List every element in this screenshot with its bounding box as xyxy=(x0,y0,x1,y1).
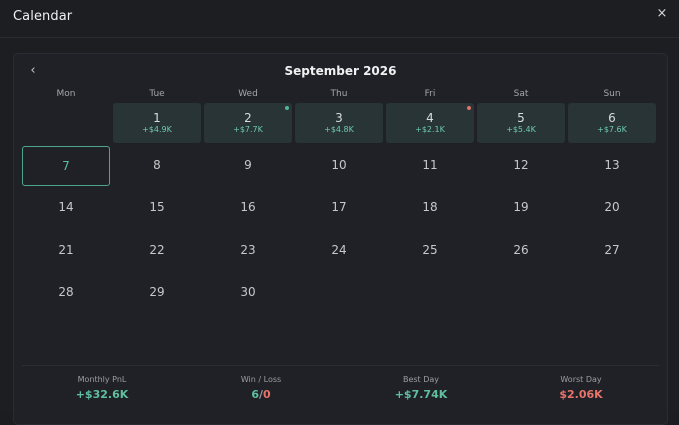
day-number: 16 xyxy=(240,200,256,214)
day-cell-18[interactable]: 18 xyxy=(386,188,474,228)
day-cell-1[interactable]: 1 +$4.9K xyxy=(113,103,201,143)
day-number: 10 xyxy=(331,157,347,172)
day-cell-28[interactable]: 28 xyxy=(22,273,110,313)
day-number: 9 xyxy=(244,157,252,172)
day-pnl: +$4.9K xyxy=(142,125,172,134)
stat-monthly-pnl: Monthly PnL +$32.6K xyxy=(22,375,182,401)
day-cell-7[interactable]: 7 xyxy=(22,145,110,186)
stat-value: +$32.6K xyxy=(75,388,129,401)
day-number: 25 xyxy=(422,242,438,257)
day-pnl: +$7.6K xyxy=(597,125,627,134)
weekday-thu: Thu xyxy=(330,89,348,99)
day-cell-8[interactable]: 8 xyxy=(113,146,201,186)
day-cell-14[interactable]: 14 xyxy=(22,188,110,228)
day-number: 1 xyxy=(153,111,161,125)
day-number: 12 xyxy=(513,157,529,172)
divider xyxy=(22,365,659,366)
day-cell-23[interactable]: 23 xyxy=(204,231,292,271)
day-cell-13[interactable]: 13 xyxy=(568,146,656,186)
stat-value: $2.06K xyxy=(559,388,603,401)
wins-count: 6 xyxy=(251,388,259,401)
day-number: 4 xyxy=(426,111,434,125)
day-number: 28 xyxy=(58,285,74,299)
weekday-wed: Wed xyxy=(238,89,258,99)
day-cell-16[interactable]: 16 xyxy=(204,188,292,228)
day-number: 8 xyxy=(153,157,161,172)
day-number: 30 xyxy=(240,285,256,299)
day-number: 29 xyxy=(149,285,165,299)
stat-label: Win / Loss xyxy=(240,375,282,384)
stat-value: +$7.74K xyxy=(394,388,448,401)
close-icon[interactable]: × xyxy=(654,6,670,22)
day-number: 13 xyxy=(604,157,620,172)
day-number: 21 xyxy=(58,242,74,257)
day-cell-24[interactable]: 24 xyxy=(295,231,383,271)
day-number: 5 xyxy=(517,111,525,125)
day-number: 26 xyxy=(513,242,529,257)
day-number: 14 xyxy=(58,200,74,214)
weekday-tue: Tue xyxy=(149,89,165,99)
day-cell-12[interactable]: 12 xyxy=(477,146,565,186)
day-cell-21[interactable]: 21 xyxy=(22,231,110,271)
day-number: 11 xyxy=(422,157,438,172)
day-cell-10[interactable]: 10 xyxy=(295,146,383,186)
day-cell-4[interactable]: 4 +$2.1K xyxy=(386,103,474,143)
day-cell-25[interactable]: 25 xyxy=(386,231,474,271)
day-number: 6 xyxy=(608,111,616,125)
day-cell-29[interactable]: 29 xyxy=(113,273,201,313)
stat-win-loss: Win / Loss 6/0 xyxy=(181,375,341,401)
day-cell-19[interactable]: 19 xyxy=(477,188,565,228)
day-number: 24 xyxy=(331,242,347,257)
day-cell-3[interactable]: 3 +$4.8K xyxy=(295,103,383,143)
stat-label: Worst Day xyxy=(560,375,602,384)
month-label: September 2026 xyxy=(284,64,397,78)
day-number: 23 xyxy=(240,242,256,257)
dialog-header: Calendar × xyxy=(0,0,679,38)
stat-value: 6/0 xyxy=(181,388,341,401)
day-cell-17[interactable]: 17 xyxy=(295,188,383,228)
day-pnl: +$4.8K xyxy=(324,125,354,134)
day-pnl: +$5.4K xyxy=(506,125,536,134)
dialog-title: Calendar xyxy=(13,9,73,24)
day-cell-20[interactable]: 20 xyxy=(568,188,656,228)
day-cell-27[interactable]: 27 xyxy=(568,231,656,271)
day-cell-6[interactable]: 6 +$7.6K xyxy=(568,103,656,143)
stat-label: Best Day xyxy=(402,375,440,384)
day-number: 3 xyxy=(335,111,343,125)
weekday-sun: Sun xyxy=(603,89,621,99)
day-number: 15 xyxy=(149,200,165,214)
day-number: 27 xyxy=(604,242,620,257)
status-dot-icon xyxy=(285,106,289,110)
summary-stats: Monthly PnL +$32.6K Win / Loss 6/0 Best … xyxy=(22,375,660,415)
day-cell-11[interactable]: 11 xyxy=(386,146,474,186)
day-cell-26[interactable]: 26 xyxy=(477,231,565,271)
day-cell-22[interactable]: 22 xyxy=(113,231,201,271)
weekday-fri: Fri xyxy=(424,89,436,99)
day-cell-5[interactable]: 5 +$5.4K xyxy=(477,103,565,143)
day-cell-15[interactable]: 15 xyxy=(113,188,201,228)
day-number: 22 xyxy=(149,242,165,257)
day-cell-9[interactable]: 9 xyxy=(204,146,292,186)
stat-label: Monthly PnL xyxy=(77,375,127,384)
stat-best-day: Best Day +$7.74K xyxy=(341,375,501,401)
day-number: 18 xyxy=(422,200,438,214)
day-number: 2 xyxy=(244,111,252,125)
stat-worst-day: Worst Day $2.06K xyxy=(501,375,661,401)
day-pnl: +$7.7K xyxy=(233,125,263,134)
day-number: 19 xyxy=(513,200,529,214)
calendar-grid: 1 +$4.9K 2 +$7.7K 3 +$4.8K 4 +$2.1K 5 +$5.4K 6 +$7.… xyxy=(22,102,660,357)
losses-count: 0 xyxy=(263,388,271,401)
calendar-dialog: Calendar × ‹ September 2026 Mon Tue Wed Thu… xyxy=(0,0,679,425)
day-pnl: +$2.1K xyxy=(415,125,445,134)
status-dot-icon xyxy=(467,106,471,110)
weekday-header: Mon Tue Wed Thu Fri Sat Sun xyxy=(22,89,660,103)
weekday-mon: Mon xyxy=(56,89,76,99)
weekday-sat: Sat xyxy=(513,89,529,99)
day-number: 20 xyxy=(604,200,620,214)
day-number: 7 xyxy=(62,158,70,173)
day-number: 17 xyxy=(331,200,347,214)
day-cell-2[interactable]: 2 +$7.7K xyxy=(204,103,292,143)
calendar-panel: ‹ September 2026 Mon Tue Wed Thu Fri Sat Sun 1… xyxy=(13,53,668,425)
day-cell-30[interactable]: 30 xyxy=(204,273,292,313)
